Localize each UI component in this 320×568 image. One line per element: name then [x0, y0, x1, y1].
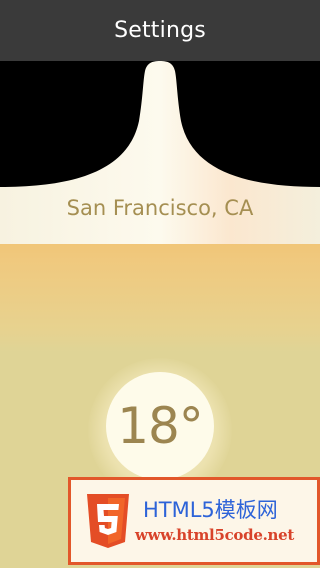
watermark-title: HTML5模板网 [143, 498, 278, 522]
html5-shield-icon [87, 494, 129, 548]
settings-button[interactable]: Settings [0, 0, 320, 61]
watermark-url[interactable]: www.html5code.net [135, 526, 294, 544]
weather-screen: Settings San Francisco, CA 18° HTML5模板网 … [0, 0, 320, 568]
header-bar: Settings [0, 0, 320, 61]
temperature-value: 18° [117, 397, 204, 455]
watermark-banner[interactable]: HTML5模板网 www.html5code.net [68, 477, 320, 565]
city-name[interactable]: San Francisco, CA [0, 196, 320, 220]
